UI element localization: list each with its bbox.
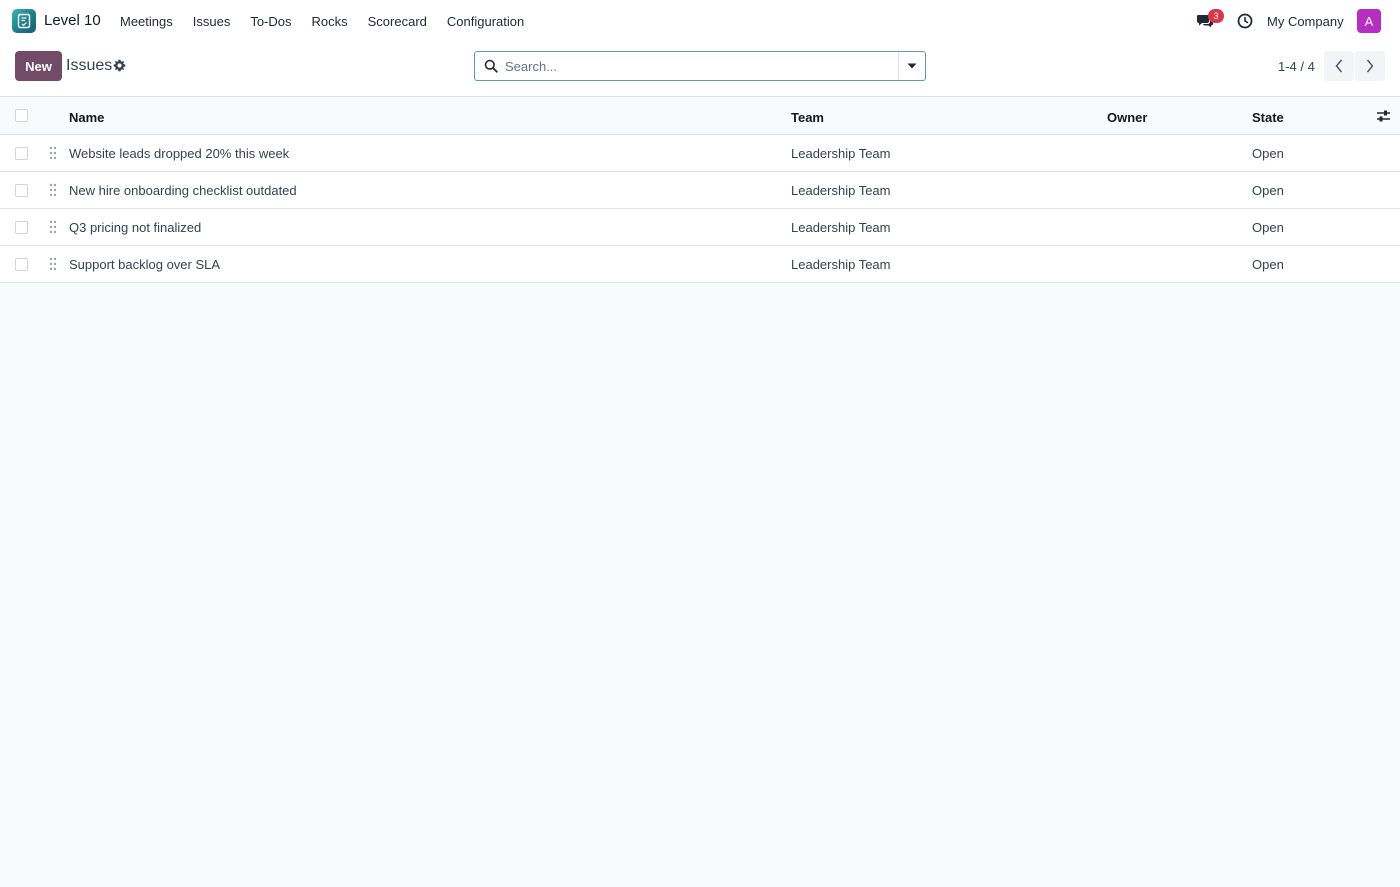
cell-name: Support backlog over SLA: [69, 257, 221, 272]
pager-previous-button[interactable]: [1324, 51, 1354, 81]
search-icon: [484, 59, 498, 73]
cell-name: New hire onboarding checklist outdated: [69, 183, 297, 198]
navbar-systray: 3 My Company A: [1180, 0, 1400, 43]
search-input[interactable]: [505, 56, 895, 76]
cell-team: Leadership Team: [791, 257, 891, 272]
cell-state: Open: [1252, 257, 1284, 272]
menu-item-configuration[interactable]: Configuration: [437, 14, 534, 29]
drag-handle-icon[interactable]: [49, 220, 57, 234]
column-header-team[interactable]: Team: [791, 110, 824, 125]
cell-team: Leadership Team: [791, 146, 891, 161]
pager-value[interactable]: 1-4 / 4: [1278, 59, 1315, 74]
user-avatar[interactable]: A: [1357, 9, 1381, 33]
column-header-state[interactable]: State: [1252, 110, 1284, 125]
search-options-toggle[interactable]: [898, 52, 925, 80]
control-panel: New Issues 1-4 / 4: [0, 43, 1400, 97]
column-header-name[interactable]: Name: [69, 110, 104, 125]
company-switcher[interactable]: My Company: [1267, 14, 1344, 29]
drag-handle-icon[interactable]: [49, 146, 57, 160]
chevron-left-icon: [1335, 59, 1343, 73]
top-navbar: Level 10 Meetings Issues To-Dos Rocks Sc…: [0, 0, 1400, 43]
caret-down-icon: [907, 63, 917, 69]
page-title: Issues: [66, 57, 113, 74]
row-checkbox[interactable]: [15, 147, 28, 160]
row-checkbox[interactable]: [15, 258, 28, 271]
menu-item-issues[interactable]: Issues: [183, 14, 241, 29]
table-row[interactable]: Website leads dropped 20% this week Lead…: [0, 135, 1400, 172]
optional-columns-icon[interactable]: [1376, 109, 1391, 123]
chevron-right-icon: [1366, 59, 1374, 73]
cell-team: Leadership Team: [791, 220, 891, 235]
cell-state: Open: [1252, 220, 1284, 235]
clock-icon[interactable]: [1237, 13, 1253, 29]
menu-item-to-dos[interactable]: To-Dos: [240, 14, 301, 29]
table-row[interactable]: Support backlog over SLA Leadership Team…: [0, 246, 1400, 283]
gear-icon[interactable]: [113, 59, 126, 72]
drag-handle-icon[interactable]: [49, 183, 57, 197]
column-header-owner[interactable]: Owner: [1107, 110, 1147, 125]
pager-next-button[interactable]: [1355, 51, 1385, 81]
row-checkbox[interactable]: [15, 221, 28, 234]
table-header: Name Team Owner State: [0, 97, 1400, 135]
menu-item-rocks[interactable]: Rocks: [302, 14, 358, 29]
cell-name: Q3 pricing not finalized: [69, 220, 202, 235]
clipboard-icon: [17, 13, 31, 29]
cell-state: Open: [1252, 183, 1284, 198]
new-button[interactable]: New: [15, 51, 62, 81]
app-logo-icon[interactable]: [12, 9, 36, 33]
cell-state: Open: [1252, 146, 1284, 161]
table-row[interactable]: New hire onboarding checklist outdated L…: [0, 172, 1400, 209]
chat-notification-badge: 3: [1208, 9, 1224, 23]
menu-item-meetings[interactable]: Meetings: [110, 14, 183, 29]
select-all-checkbox[interactable]: [15, 109, 28, 122]
drag-handle-icon[interactable]: [49, 257, 57, 271]
row-checkbox[interactable]: [15, 184, 28, 197]
cell-name: Website leads dropped 20% this week: [69, 146, 290, 161]
issues-list: Name Team Owner State Website leads drop…: [0, 97, 1400, 283]
main-menu: Meetings Issues To-Dos Rocks Scorecard C…: [110, 0, 534, 43]
table-row[interactable]: Q3 pricing not finalized Leadership Team…: [0, 209, 1400, 246]
app-name[interactable]: Level 10: [44, 12, 101, 29]
cell-team: Leadership Team: [791, 183, 891, 198]
menu-item-scorecard[interactable]: Scorecard: [358, 14, 437, 29]
search-bar: [474, 51, 926, 81]
